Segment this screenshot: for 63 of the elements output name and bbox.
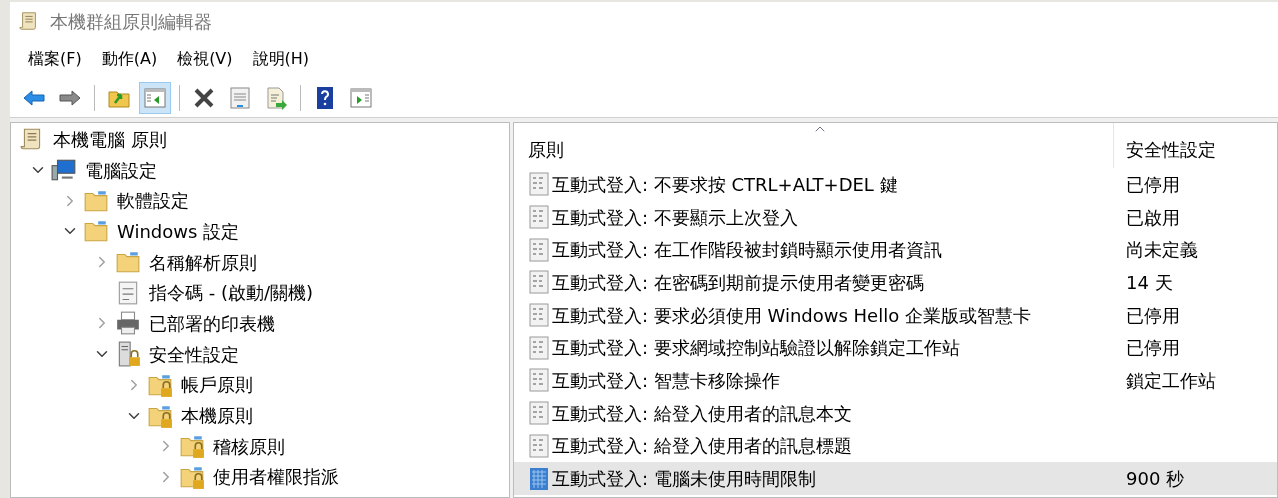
policy-name: 互動式登入: 給登入使用者的訊息本文 — [552, 401, 852, 426]
policy-name: 互動式登入: 不要求按 CTRL+ALT+DEL 鍵 — [552, 172, 898, 197]
column-header[interactable]: 原則 — [514, 123, 1114, 168]
policy-setting-icon — [528, 205, 550, 230]
show-action-pane-icon — [349, 85, 373, 110]
policy-row[interactable]: 互動式登入: 給登入使用者的訊息標題 — [514, 429, 1277, 463]
tree-item[interactable]: 稽核原則 — [213, 432, 285, 460]
tree-item[interactable]: 指令碼 - (啟動/關機) — [149, 279, 314, 307]
tree-item[interactable]: 已部署的印表機 — [149, 309, 275, 337]
policy-setting-icon — [528, 303, 550, 328]
policy-setting-icon — [528, 466, 550, 491]
policy-row[interactable]: 互動式登入: 不要顯示上次登入 已啟用 — [514, 200, 1277, 234]
security-setting-value: 已停用 — [1125, 172, 1180, 197]
policy-name: 互動式登入: 在工作階段被封鎖時顯示使用者資訊 — [552, 238, 942, 263]
policy-name: 互動式登入: 在密碼到期前提示使用者變更密碼 — [552, 270, 924, 295]
security-setting-value: 14 天 — [1125, 270, 1173, 295]
policy-row[interactable]: 互動式登入: 要求必須使用 Windows Hello 企業版或智慧卡 已停用 — [514, 298, 1277, 332]
policy-row[interactable]: 互動式登入: 在工作階段被封鎖時顯示使用者資訊 尚未定義 — [514, 233, 1277, 267]
security-setting-value: 900 秒 — [1125, 467, 1185, 492]
policy-setting-icon — [528, 368, 550, 393]
column-header[interactable]: 安全性設定 — [1114, 123, 1277, 168]
show-tree-icon — [143, 85, 167, 110]
policy-name: 互動式登入: 要求網域控制站驗證以解除鎖定工作站 — [552, 336, 960, 361]
tree-item[interactable]: 名稱解析原則 — [149, 248, 257, 276]
policy-name: 互動式登入: 給登入使用者的訊息標題 — [552, 434, 852, 459]
policy-row[interactable]: 互動式登入: 不要求按 CTRL+ALT+DEL 鍵 已停用 — [514, 168, 1277, 201]
policy-name: 互動式登入: 電腦未使用時間限制 — [552, 467, 816, 492]
properties-icon — [228, 85, 252, 110]
window-title: 本機群組原則編輯器 — [50, 9, 212, 34]
export-list-icon — [264, 85, 288, 110]
locked-folder-icon — [179, 433, 205, 460]
policy-name: 互動式登入: 智慧卡移除操作 — [552, 368, 780, 393]
security-setting-value: 已停用 — [1125, 303, 1180, 328]
policy-row[interactable]: 互動式登入: 給登入使用者的訊息本文 — [514, 396, 1277, 430]
tree-item[interactable]: 使用者權限指派 — [213, 463, 339, 491]
policy-setting-icon — [528, 335, 550, 360]
tree-item[interactable]: Windows 設定 — [117, 217, 240, 245]
security-setting-value: 鎖定工作站 — [1125, 368, 1216, 393]
policy-setting-icon — [528, 237, 550, 262]
policy-setting-icon — [528, 433, 550, 458]
tree-item[interactable]: 本機原則 — [181, 402, 253, 430]
menu-item[interactable]: 說明(H) — [242, 47, 320, 71]
tree-item[interactable]: 電腦設定 — [85, 156, 157, 184]
policy-setting-icon — [528, 270, 550, 295]
tree-item[interactable]: 安全性設定 — [149, 340, 239, 368]
policy-setting-icon — [528, 172, 550, 197]
menu-item[interactable]: 動作(A) — [91, 47, 168, 71]
policy-row[interactable]: 互動式登入: 在密碼到期前提示使用者變更密碼 14 天 — [514, 266, 1277, 299]
policy-row[interactable]: 互動式登入: 智慧卡移除操作 鎖定工作站 — [514, 364, 1277, 397]
policy-row[interactable]: 互動式登入: 要求網域控制站驗證以解除鎖定工作站 已停用 — [514, 331, 1277, 365]
security-setting-value: 已啟用 — [1125, 205, 1180, 230]
policy-name: 互動式登入: 要求必須使用 Windows Hello 企業版或智慧卡 — [552, 303, 1031, 328]
tree-item[interactable]: 軟體設定 — [117, 187, 189, 215]
security-setting-value: 尚未定義 — [1125, 238, 1198, 263]
menu-item[interactable]: 檢視(V) — [167, 47, 243, 71]
menu-item[interactable]: 檔案(F) — [18, 47, 92, 71]
printer-icon — [115, 310, 141, 337]
policy-row[interactable]: 互動式登入: 電腦未使用時間限制 900 秒 — [514, 462, 1277, 495]
tree-item[interactable]: 帳戶原則 — [181, 371, 253, 399]
policy-setting-icon — [528, 401, 550, 426]
tree-item[interactable]: 本機電腦 原則 — [53, 125, 167, 153]
security-setting-value: 已停用 — [1125, 336, 1180, 361]
policy-name: 互動式登入: 不要顯示上次登入 — [552, 205, 798, 230]
